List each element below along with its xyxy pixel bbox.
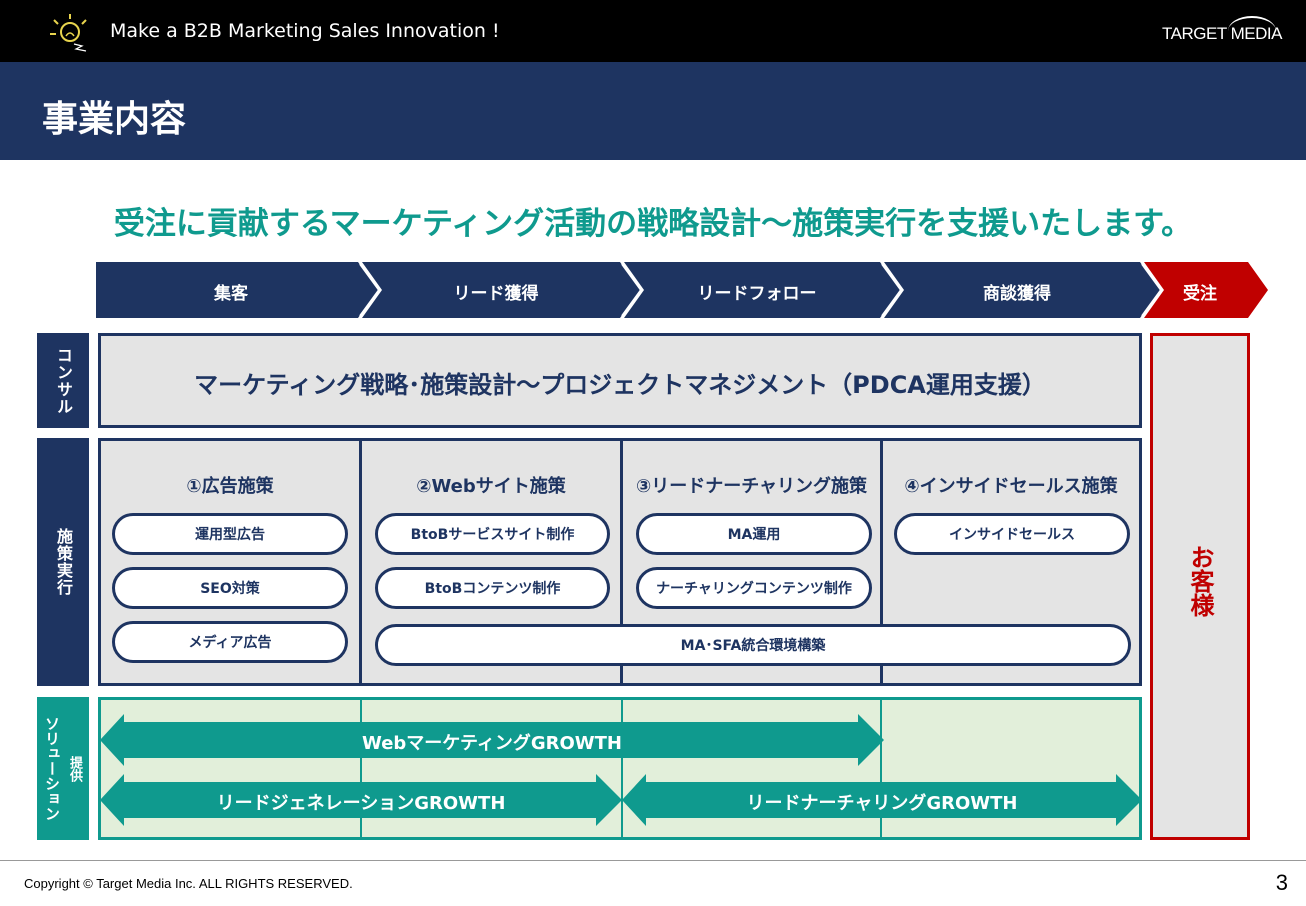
page-title: 事業内容: [42, 99, 187, 140]
measure-item: ナーチャリングコンテンツ制作: [636, 567, 872, 609]
tagline: 受注に貢献するマーケティング活動の戦略設計～施策実行を支援いたします。: [113, 206, 1193, 242]
solution-arrows: [100, 714, 1142, 826]
stage-label-lead-gen: リード獲得: [453, 284, 539, 304]
side-label-consult-text: コンサル: [54, 346, 73, 415]
measure-item: 運用型広告: [112, 513, 348, 555]
measure-item: メディア広告: [112, 621, 348, 663]
stage-label-order: 受注: [1183, 284, 1217, 304]
header-slogan: Make a B2B Marketing Sales Innovation !: [110, 20, 500, 42]
measure-title: ④インサイドセールス施策: [904, 476, 1118, 497]
measure-item: インサイドセールス: [894, 513, 1130, 555]
consult-text: マーケティング戦略･施策設計～プロジェクトマネジメント（PDCA運用支援）: [194, 371, 1046, 399]
solution-label-lead-nurture: リードナーチャリングGROWTH: [746, 793, 1018, 814]
solution-label-lead-gen: リードジェネレーションGROWTH: [216, 793, 506, 814]
measure-title: ②Webサイト施策: [416, 476, 566, 497]
side-label-consult: コンサル: [37, 333, 89, 428]
measure-item-shared: MA･SFA統合環境構築: [375, 624, 1131, 666]
stage-label-deal: 商談獲得: [983, 284, 1051, 304]
stage-label-acquisition: 集客: [214, 284, 248, 304]
top-bar: Make a B2B Marketing Sales Innovation ! …: [0, 0, 1306, 62]
customer-label-text: お客様: [1186, 545, 1214, 617]
measure-title: ①広告施策: [186, 476, 274, 497]
side-label-execution-text: 施策実行: [54, 528, 73, 596]
lightbulb-icon: [50, 14, 87, 52]
footer-divider: [0, 860, 1306, 861]
page-number: 3: [1275, 870, 1288, 895]
brand-logo: TARGET MEDIA: [1162, 24, 1282, 43]
customer-label: お客様: [1150, 545, 1250, 623]
solution-label-web: WebマーケティングGROWTH: [362, 733, 622, 754]
measure-item: BtoBコンテンツ制作: [375, 567, 610, 609]
stage-label-lead-follow: リードフォロー: [697, 284, 817, 304]
measure-item: BtoBサービスサイト制作: [375, 513, 610, 555]
measure-item: MA運用: [636, 513, 872, 555]
measure-item: SEO対策: [112, 567, 348, 609]
title-band: 事業内容: [0, 62, 1306, 160]
measure-title: ③リードナーチャリング施策: [635, 476, 868, 497]
side-label-execution: 施策実行: [37, 438, 89, 686]
copyright: Copyright © Target Media Inc. ALL RIGHTS…: [24, 876, 353, 891]
